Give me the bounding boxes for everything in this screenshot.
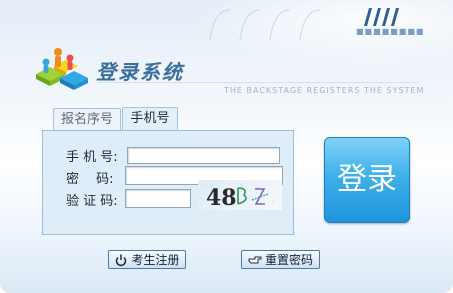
captcha-text: 48 bbox=[206, 185, 237, 210]
captcha-image[interactable]: 48 bbox=[198, 180, 282, 211]
tab-registration-number[interactable]: 报名序号 bbox=[53, 108, 121, 131]
captcha-input[interactable] bbox=[125, 189, 191, 208]
tab-phone[interactable]: 手机号 bbox=[122, 107, 178, 132]
page-subtitle: THE BACKSTAGE REGISTERS THE SYSTEM bbox=[224, 86, 425, 95]
login-button[interactable]: 登录 bbox=[324, 137, 410, 223]
reset-password-button[interactable]: 重置密码 bbox=[241, 250, 320, 269]
captcha-graphic: 48 bbox=[205, 184, 274, 211]
phone-label: 手 机 号: bbox=[66, 150, 118, 165]
decorative-dots: ■■■■■■■■ bbox=[356, 27, 425, 36]
hand-pointer-icon bbox=[248, 256, 262, 263]
page-title: 登录系统 bbox=[96, 60, 184, 84]
password-label: 密 码: bbox=[66, 172, 114, 187]
decorative-curves bbox=[209, 9, 321, 40]
register-button-label: 考生注册 bbox=[131, 253, 180, 267]
register-button[interactable]: 考生注册 bbox=[108, 250, 186, 269]
reset-password-button-label: 重置密码 bbox=[264, 253, 313, 267]
login-panel: ■■■■■■■■ 登录系统 THE BACKSTAGE REGISTERS TH… bbox=[0, 0, 453, 293]
phone-input[interactable] bbox=[127, 147, 280, 164]
power-icon bbox=[116, 254, 127, 266]
title-divider bbox=[96, 82, 418, 83]
captcha-label: 验 证 码: bbox=[66, 194, 118, 209]
decorative-slashes bbox=[364, 8, 399, 26]
logo-icon bbox=[36, 48, 88, 90]
